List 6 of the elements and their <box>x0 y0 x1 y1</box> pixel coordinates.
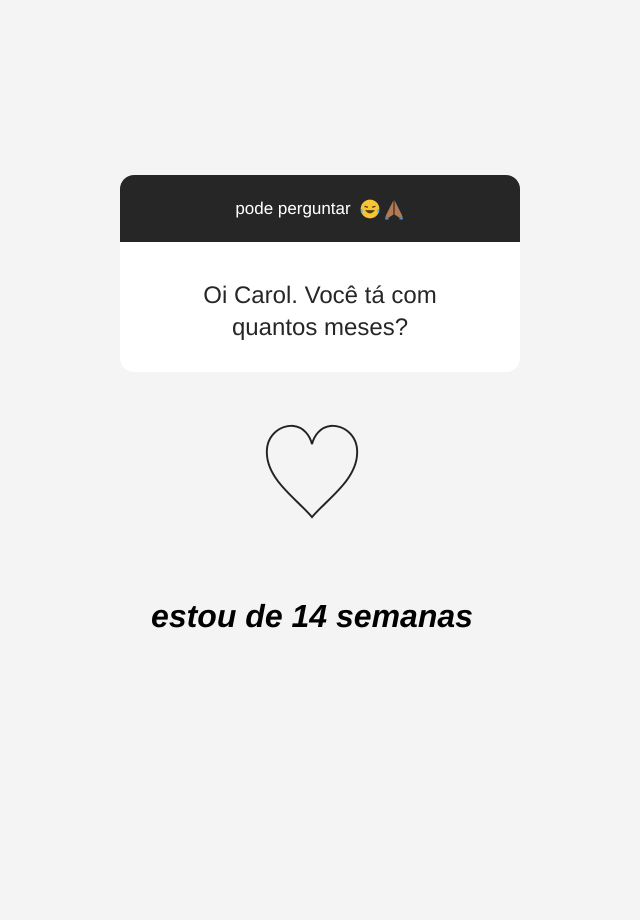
answer-text: estou de 14 semanas <box>151 598 473 635</box>
heart-icon <box>264 422 360 520</box>
prompt-text: pode perguntar <box>235 198 351 218</box>
laughing-emoji-icon <box>358 198 381 220</box>
praying-hands-icon <box>382 198 405 220</box>
question-text: Oi Carol. Você tá com quantos meses? <box>202 281 438 343</box>
